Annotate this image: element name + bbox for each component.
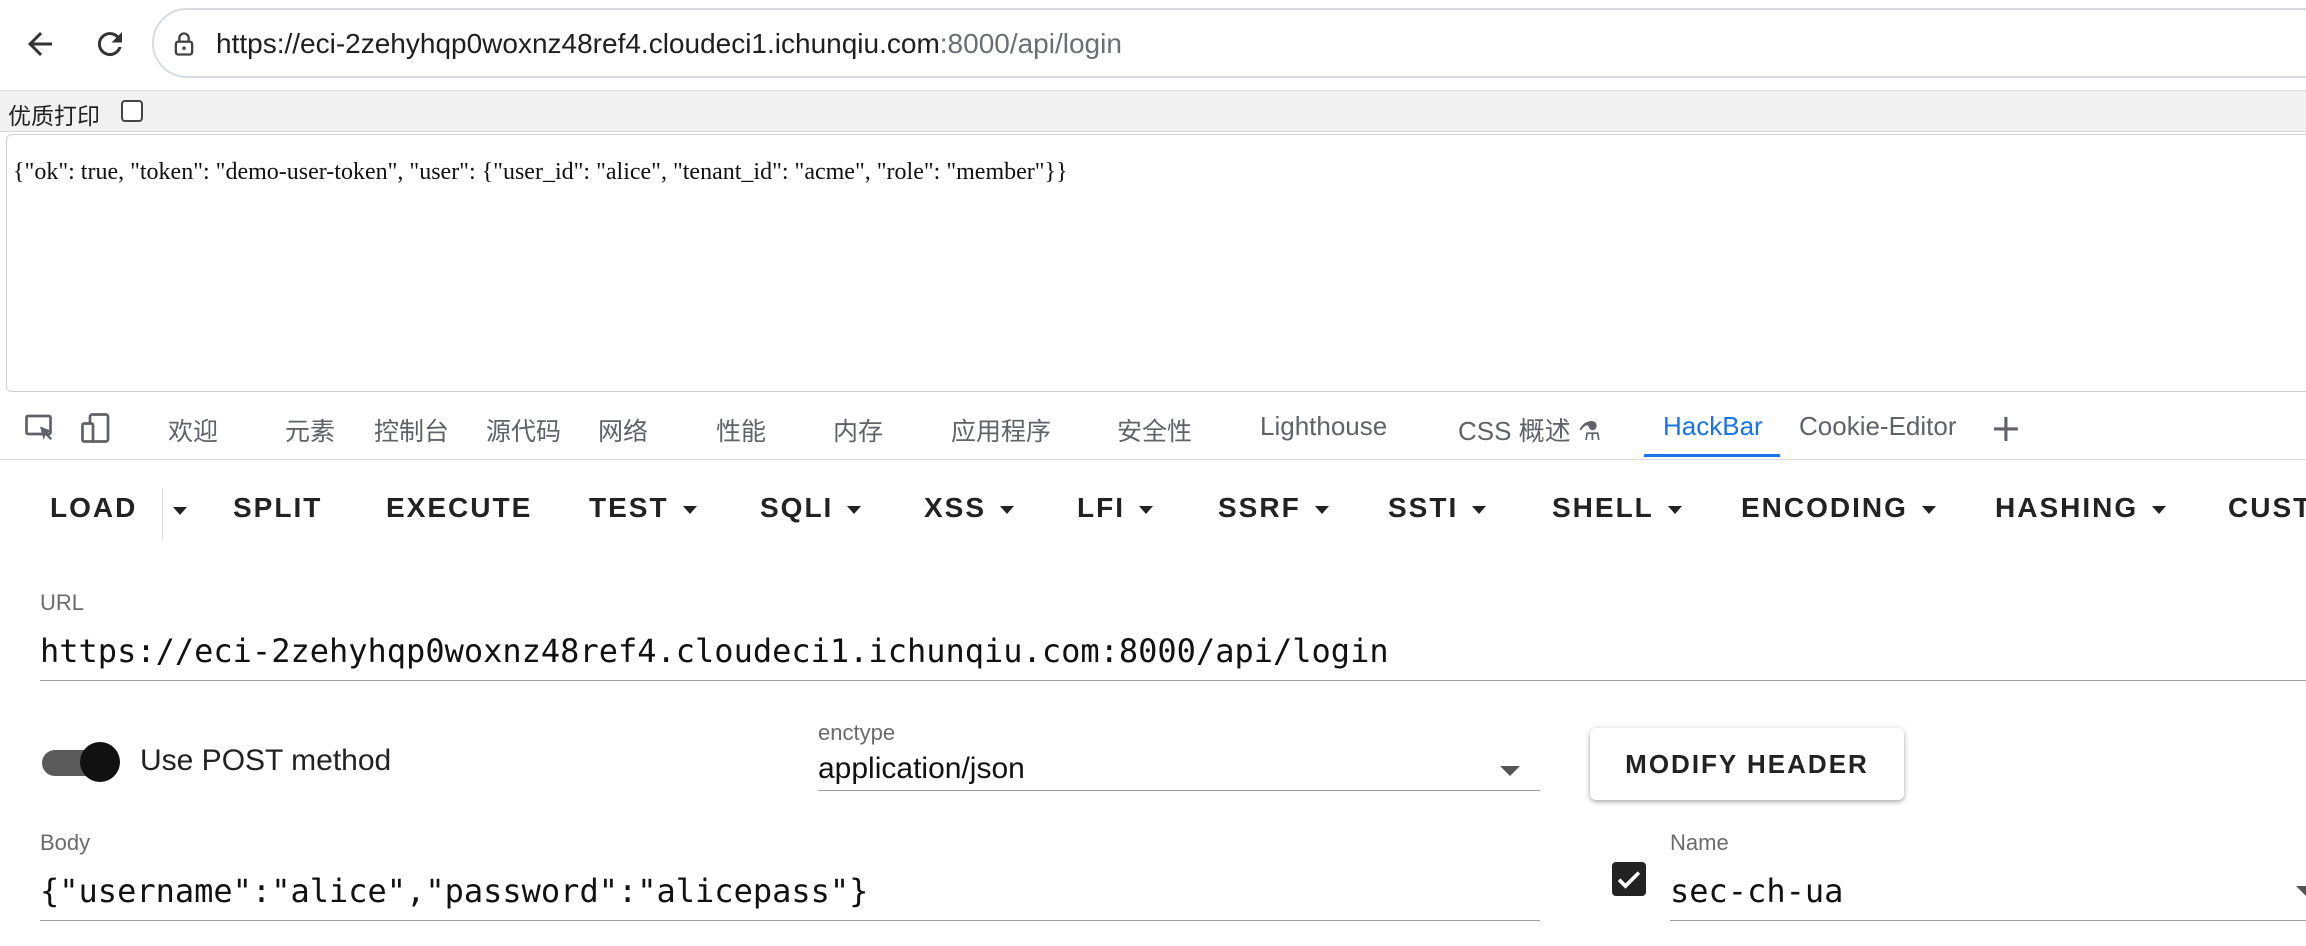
url-host: https://eci-2zehyhqp0woxnz48ref4.cloudec… <box>216 28 940 59</box>
sqli-label: SQLI <box>760 492 834 523</box>
enctype-underline <box>818 790 1540 791</box>
chevron-down-icon <box>682 505 697 514</box>
enctype-select[interactable]: enctype application/json <box>818 720 1540 792</box>
tab-lighthouse[interactable]: Lighthouse <box>1260 411 1387 442</box>
load-dropdown-icon[interactable] <box>170 502 192 524</box>
tab-application[interactable]: 应用程序 <box>951 412 1051 448</box>
chevron-down-icon <box>1667 505 1682 514</box>
arrow-left-icon <box>28 32 52 56</box>
header-name-underline <box>1670 920 2306 921</box>
ssti-label: SSTI <box>1388 492 1459 523</box>
chevron-down-icon <box>1139 505 1153 514</box>
ssrf-label: SSRF <box>1218 492 1301 523</box>
tab-network[interactable]: 网络 <box>598 412 648 448</box>
tab-cookie-editor[interactable]: Cookie-Editor <box>1799 411 1957 442</box>
url-field[interactable]: https://eci-2zehyhqp0woxnz48ref4.cloudec… <box>40 632 1389 670</box>
reload-icon <box>97 32 122 57</box>
tab-elements[interactable]: 元素 <box>285 412 335 448</box>
tab-performance[interactable]: 性能 <box>716 412 766 448</box>
ssrf-menu[interactable]: SSRF <box>1218 492 1329 524</box>
reload-button[interactable] <box>86 20 134 68</box>
lfi-label: LFI <box>1077 492 1125 523</box>
hashing-menu[interactable]: HASHING <box>1995 492 2167 524</box>
address-bar[interactable]: https://eci-2zehyhqp0woxnz48ref4.cloudec… <box>152 8 2306 78</box>
tab-hackbar[interactable]: HackBar <box>1663 411 1763 442</box>
xss-label: XSS <box>924 492 987 523</box>
tab-css-overview[interactable]: CSS 概述 ⚗ <box>1458 411 1601 448</box>
lfi-menu[interactable]: LFI <box>1077 492 1153 524</box>
site-info-icon[interactable] <box>170 30 198 58</box>
chevron-down-icon <box>2152 505 2167 514</box>
print-label: 优质打印 <box>8 104 100 130</box>
chevron-down-icon <box>847 505 862 514</box>
chevron-down-icon <box>1921 505 1936 514</box>
toggle-knob <box>80 742 120 782</box>
load-button[interactable]: LOAD <box>50 492 137 524</box>
tab-console[interactable]: 控制台 <box>374 412 449 448</box>
check-icon <box>1617 871 1641 889</box>
browser-toolbar: https://eci-2zehyhqp0woxnz48ref4.cloudec… <box>0 0 2306 88</box>
device-toggle-icon[interactable] <box>78 410 114 446</box>
ssti-menu[interactable]: SSTI <box>1388 492 1487 524</box>
custom-menu[interactable]: CUST <box>2228 492 2306 524</box>
response-pane: {"ok": true, "token": "demo-user-token",… <box>6 134 2306 392</box>
tab-welcome[interactable]: 欢迎 <box>168 412 218 448</box>
header-name-field[interactable]: sec-ch-ua <box>1670 872 1843 910</box>
print-checkbox[interactable] <box>121 100 143 122</box>
body-field-label: Body <box>40 830 91 855</box>
xss-menu[interactable]: XSS <box>924 492 1015 524</box>
hashing-label: HASHING <box>1995 492 2139 523</box>
body-field-underline <box>40 920 1540 921</box>
address-url[interactable]: https://eci-2zehyhqp0woxnz48ref4.cloudec… <box>216 28 1122 60</box>
post-method-label: Use POST method <box>140 744 392 777</box>
tab-memory[interactable]: 内存 <box>833 412 883 448</box>
response-json: {"ok": true, "token": "demo-user-token",… <box>13 159 1068 185</box>
hackbar-toolbar: LOAD SPLIT EXECUTE TEST SQLI XSS LFI SSR… <box>0 460 2306 550</box>
tab-sources[interactable]: 源代码 <box>486 412 561 448</box>
enctype-value: application/json <box>818 752 1025 785</box>
chevron-down-icon <box>1472 505 1487 514</box>
split-button[interactable]: SPLIT <box>233 492 322 524</box>
enctype-label: enctype <box>818 720 896 745</box>
active-tab-indicator <box>1644 454 1780 457</box>
url-path: :8000/api/login <box>939 28 1122 59</box>
chevron-down-icon <box>2296 886 2306 896</box>
encoding-label: ENCODING <box>1741 492 1908 523</box>
encoding-menu[interactable]: ENCODING <box>1741 492 1936 524</box>
inspect-element-icon[interactable] <box>22 410 58 446</box>
test-menu[interactable]: TEST <box>589 492 697 524</box>
modify-header-button[interactable]: MODIFY HEADER <box>1590 728 1904 800</box>
back-button[interactable] <box>16 20 64 68</box>
chevron-down-icon <box>1314 505 1329 514</box>
test-label: TEST <box>589 492 669 523</box>
print-bar: 优质打印 <box>0 90 2306 132</box>
devtools-tab-strip: 欢迎 元素 控制台 源代码 网络 性能 内存 应用程序 安全性 Lighthou… <box>0 394 2306 460</box>
more-tabs-icon[interactable]: + <box>1990 406 2022 450</box>
shell-label: SHELL <box>1552 492 1654 523</box>
body-field[interactable]: {"username":"alice","password":"alicepas… <box>40 872 868 910</box>
header-name-label: Name <box>1670 830 1729 855</box>
chevron-down-icon <box>1000 505 1015 514</box>
url-field-label: URL <box>40 590 85 615</box>
chevron-down-icon <box>1500 766 1520 776</box>
tab-security[interactable]: 安全性 <box>1117 412 1192 448</box>
execute-button[interactable]: EXECUTE <box>386 492 532 524</box>
url-field-underline <box>40 680 2306 681</box>
load-divider <box>162 488 163 540</box>
shell-menu[interactable]: SHELL <box>1552 492 1682 524</box>
header-enabled-checkbox[interactable] <box>1612 862 1646 896</box>
sqli-menu[interactable]: SQLI <box>760 492 862 524</box>
post-method-toggle[interactable] <box>42 742 120 782</box>
